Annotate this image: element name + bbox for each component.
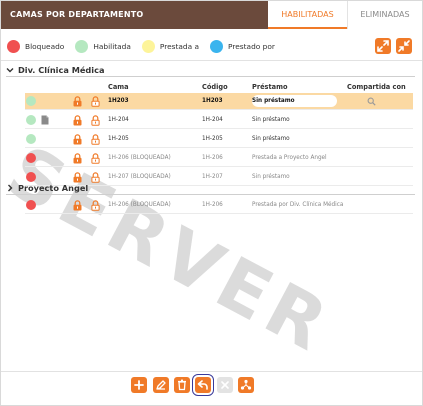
cell-codigo: 1H-206 [202, 155, 223, 161]
group-header-proyecto-angel[interactable]: Proyecto Angel [6, 183, 88, 193]
unlock-icon[interactable] [91, 200, 100, 211]
trash-icon [178, 379, 186, 391]
share-button[interactable] [238, 377, 254, 393]
red-dot-icon [7, 39, 20, 53]
cell-cama: 1H203 [108, 98, 129, 104]
search-icon[interactable] [367, 97, 376, 106]
toolbar-divider [1, 371, 422, 372]
unlock-icon[interactable] [91, 172, 100, 183]
cell-prestamo: Sin préstamo [252, 174, 290, 180]
window-frame: CAMAS POR DEPARTAMENTO HABILITADAS ELIMI… [0, 0, 423, 406]
unlock-icon[interactable] [91, 96, 100, 107]
cell-prestamo: Prestada a Proyecto Angel [252, 155, 327, 161]
cell-prestamo: Prestada por Div. Clínica Médica [252, 202, 344, 208]
chevron-down-icon [6, 68, 14, 73]
cell-codigo: 1H203 [202, 98, 223, 104]
cell-prestamo: Sin préstamo [252, 98, 295, 104]
cell-codigo: 1H-204 [202, 117, 223, 123]
cell-cama: 1H-206 (BLOQUEADA) [108, 202, 171, 208]
table-row[interactable]: 1H203 1H203 Sin préstamo [1, 93, 422, 110]
lock-icon[interactable] [73, 200, 82, 211]
lock-icon[interactable] [73, 96, 82, 107]
unlock-icon[interactable] [91, 153, 100, 164]
status-dot-icon [26, 134, 36, 144]
cell-codigo: 1H-207 [202, 174, 223, 180]
tab-habilitadas[interactable]: HABILITADAS [268, 1, 347, 29]
column-header-prestamo: Préstamo [252, 83, 288, 91]
add-button[interactable] [131, 377, 147, 393]
chevron-right-icon [8, 184, 13, 192]
legend-item-bloqueado: Bloqueado [7, 39, 65, 53]
column-header-cama: Cama [108, 83, 129, 91]
column-header-compartida: Compartida con [347, 83, 406, 91]
group-title: Div. Clínica Médica [18, 65, 105, 75]
row-divider [25, 109, 413, 110]
legend-label: Prestado por [228, 41, 275, 51]
cell-cama: 1H-205 [108, 136, 129, 142]
row-divider [25, 213, 413, 214]
cancel-button[interactable] [217, 377, 233, 393]
tab-eliminadas[interactable]: ELIMINADAS [347, 1, 422, 29]
legend-item-prestada: Prestada a [141, 39, 200, 53]
share-icon [240, 379, 252, 390]
cell-cama: 1H-207 (BLOQUEADA) [108, 174, 171, 180]
cell-cama: 1H-204 [108, 117, 129, 123]
table-row[interactable]: 1H-206 (BLOQUEADA) 1H-206 Prestada a Proye… [1, 150, 422, 167]
status-dot-icon [26, 200, 36, 210]
expand-all-button[interactable] [375, 38, 391, 54]
delete-button[interactable] [174, 377, 190, 393]
lock-icon[interactable] [73, 115, 82, 126]
unlock-icon[interactable] [91, 115, 100, 126]
cell-cama: 1H-206 (BLOQUEADA) [108, 155, 171, 161]
group-divider [6, 76, 415, 77]
group-header-clinica-medica[interactable]: Div. Clínica Médica [6, 65, 104, 75]
lock-icon[interactable] [73, 134, 82, 145]
status-dot-icon [26, 115, 36, 125]
collapse-all-button[interactable] [396, 38, 412, 54]
column-header-codigo: Código [202, 83, 228, 91]
table-row[interactable]: 1H-206 (BLOQUEADA) 1H-206 Prestada por Div… [1, 197, 422, 214]
status-dot-icon [26, 172, 36, 182]
legend-label: Prestada a [159, 41, 200, 51]
blue-dot-icon [210, 39, 224, 53]
edit-button[interactable] [153, 377, 169, 393]
cell-codigo: 1H-206 [202, 202, 223, 208]
legend-item-habilitada: Habilitada [75, 39, 131, 53]
undo-button[interactable] [192, 374, 214, 396]
status-dot-icon [26, 96, 36, 106]
green-dot-icon [75, 39, 89, 53]
cell-prestamo: Sin préstamo [252, 117, 290, 123]
legend-label: Habilitada [93, 41, 131, 51]
header-bar: CAMAS POR DEPARTAMENTO HABILITADAS ELIMI… [1, 1, 422, 29]
group-divider [6, 194, 415, 195]
expand-icon [377, 40, 389, 52]
status-dot-icon [26, 153, 36, 163]
collapse-icon [398, 40, 410, 52]
lock-icon[interactable] [73, 153, 82, 164]
divider [1, 60, 422, 61]
status-legend: Bloqueado Habilitada Prestada a Prestado… [7, 38, 286, 54]
cell-prestamo: Sin préstamo [252, 136, 290, 142]
legend-item-prestado-por: Prestado por [210, 39, 275, 53]
row-divider [25, 147, 413, 148]
pencil-icon [156, 380, 166, 390]
legend-label: Bloqueado [25, 41, 65, 51]
page-title: CAMAS POR DEPARTAMENTO [1, 1, 268, 29]
close-icon [221, 381, 229, 389]
row-divider [25, 166, 413, 167]
row-divider [25, 128, 413, 129]
table-row[interactable]: 1H-205 1H-205 Sin préstamo [1, 131, 422, 148]
undo-icon [197, 380, 208, 390]
table-row[interactable]: 1H-204 1H-204 Sin préstamo [1, 112, 422, 129]
group-title: Proyecto Angel [18, 183, 89, 193]
cell-codigo: 1H-205 [202, 136, 223, 142]
lock-icon[interactable] [73, 172, 82, 183]
unlock-icon[interactable] [91, 134, 100, 145]
yellow-dot-icon [141, 39, 155, 53]
plus-icon [134, 380, 144, 390]
document-icon[interactable] [41, 115, 49, 125]
